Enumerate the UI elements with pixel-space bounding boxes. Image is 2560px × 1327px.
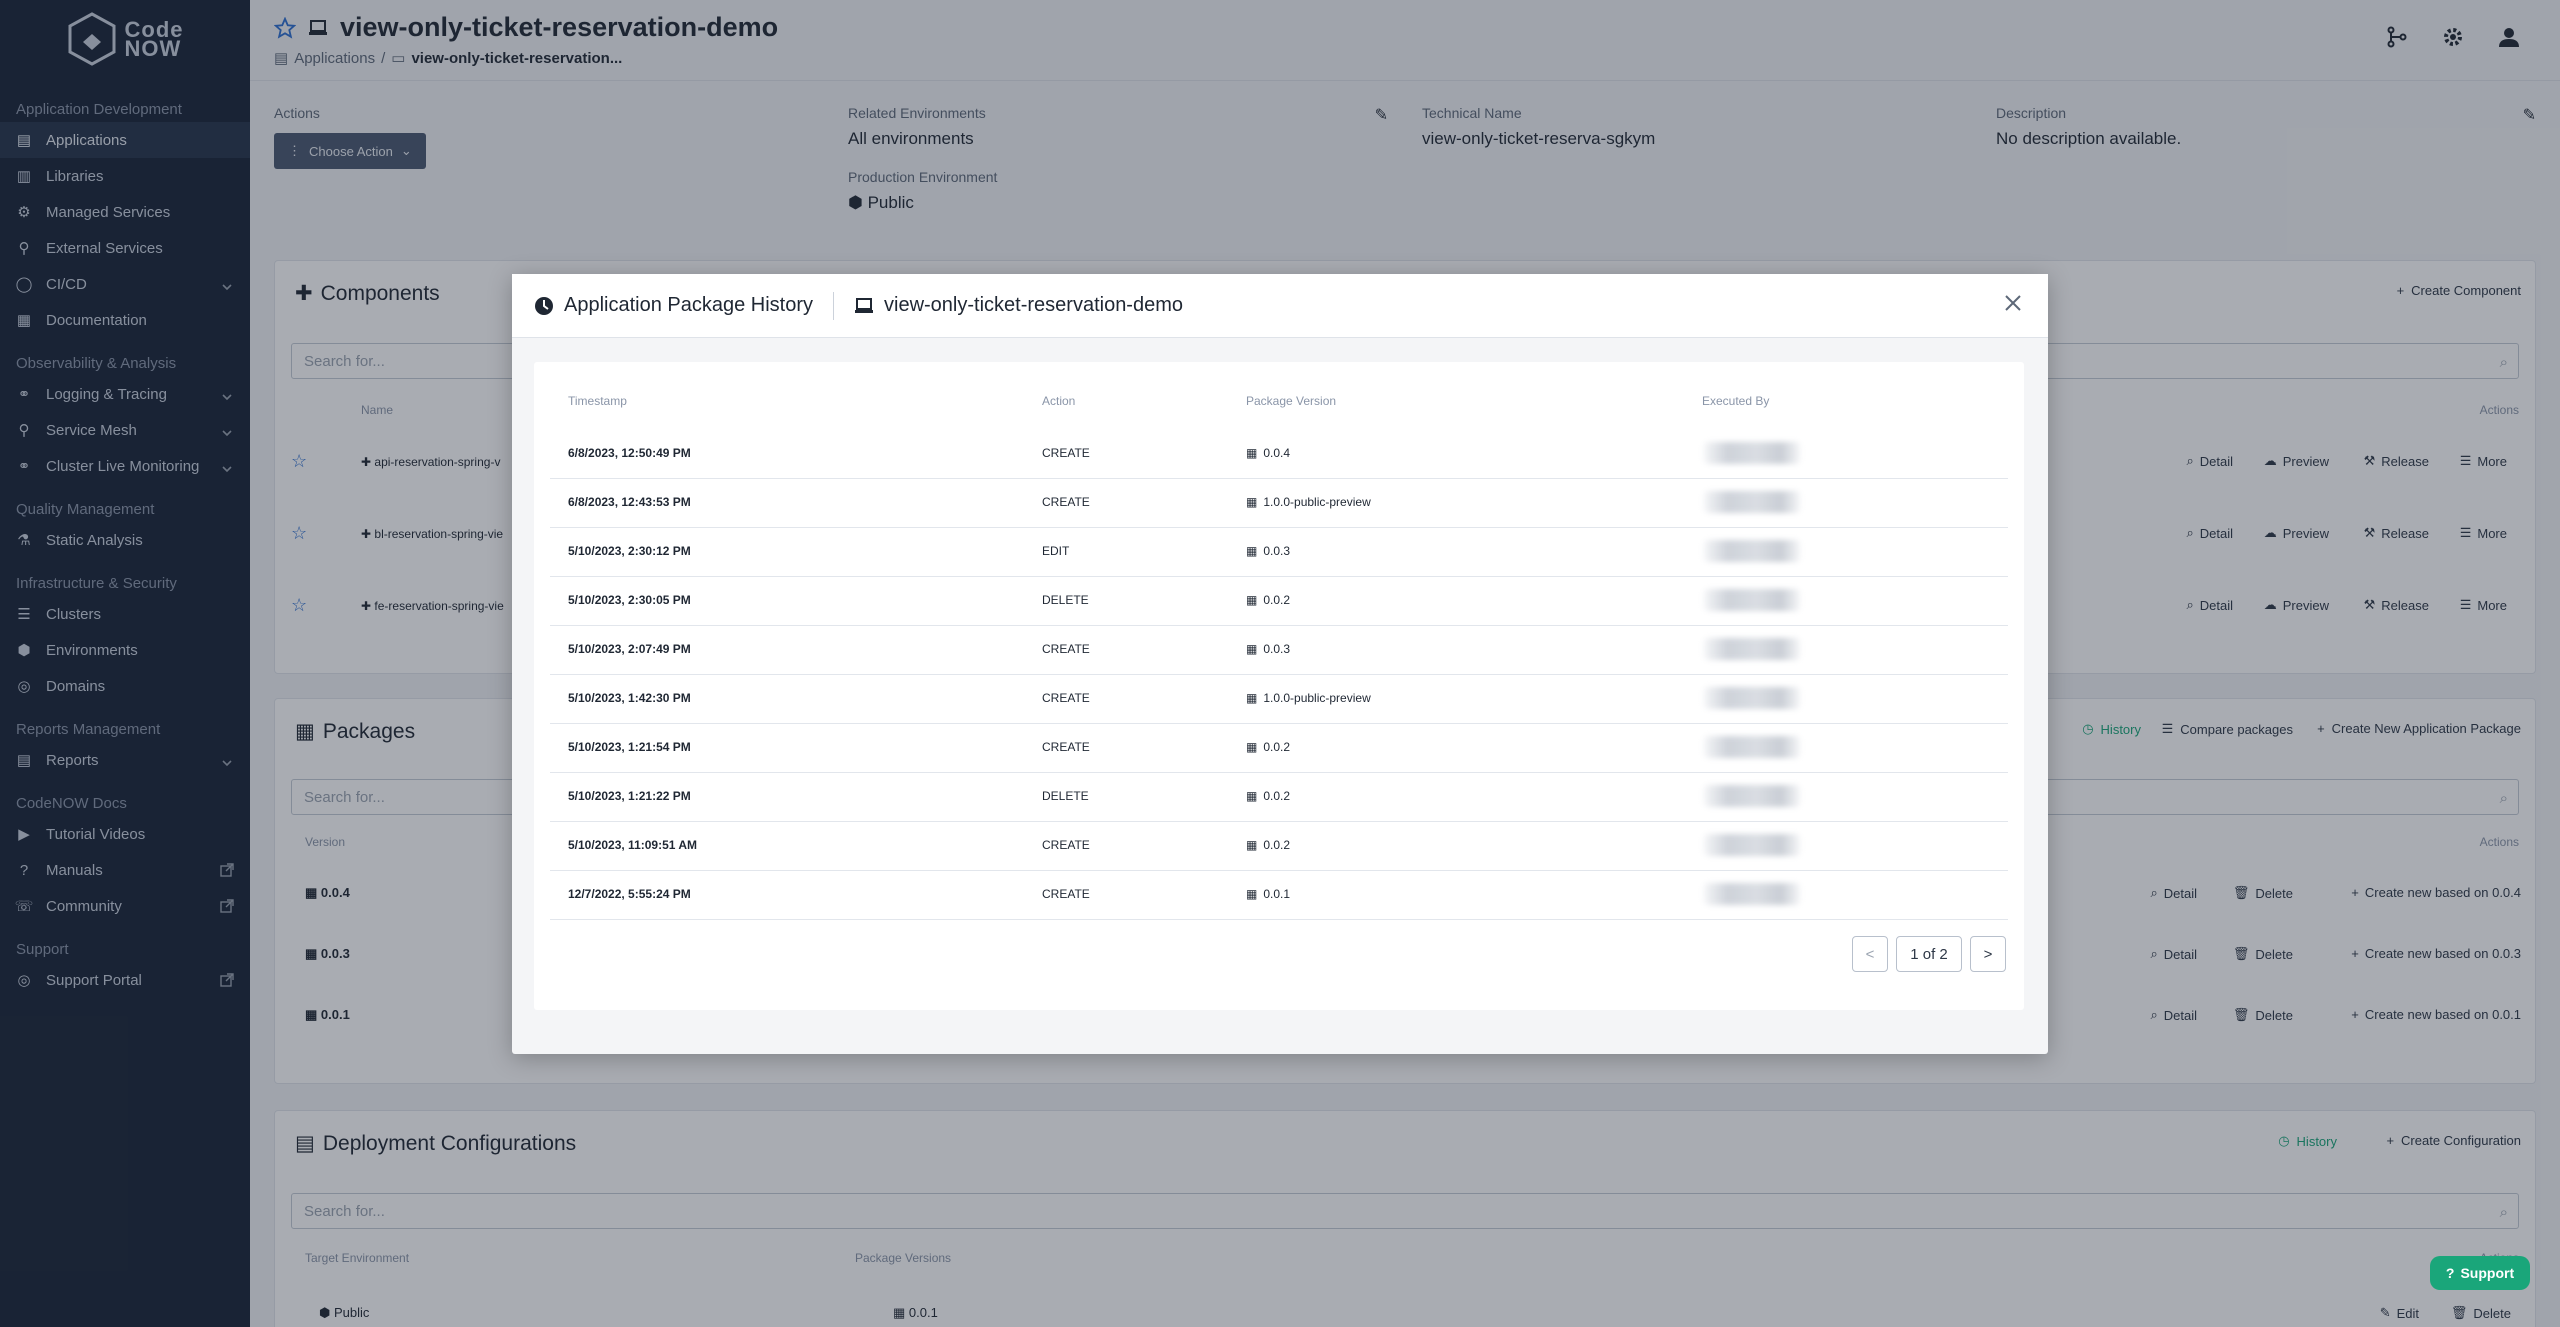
history-row: 5/10/2023, 1:42:30 PM CREATE ▦ 1.0.0-publ… [550,675,2008,724]
modal-header: Application Package History view-only-ti… [512,274,2048,338]
history-action: EDIT [1042,544,1070,558]
clock-icon [535,296,553,315]
history-timestamp: 12/7/2022, 5:55:24 PM [568,887,691,901]
pagination: < 1 of 2 > [1852,936,2006,972]
box-icon: ▦ [1246,446,1258,460]
history-row: 5/10/2023, 2:30:05 PM DELETE ▦ 0.0.2 [550,577,2008,626]
box-icon: ▦ [1246,593,1258,607]
history-action: CREATE [1042,642,1090,656]
col-timestamp: Timestamp [568,394,627,408]
history-version: ▦ 0.0.2 [1246,740,1291,754]
history-action: CREATE [1042,740,1090,754]
modal-title: Application Package History [564,294,814,316]
executed-by-redacted [1704,589,1800,611]
history-version: ▦ 1.0.0-public-preview [1246,691,1371,705]
executed-by-redacted [1704,883,1800,905]
executed-by-redacted [1704,638,1800,660]
history-version: ▦ 0.0.2 [1246,789,1291,803]
history-timestamp: 6/8/2023, 12:43:53 PM [568,495,691,509]
support-button[interactable]: ? Support [2430,1256,2530,1290]
col-executed-by: Executed By [1702,394,1770,408]
prev-page-button[interactable]: < [1852,936,1888,972]
box-icon: ▦ [1246,887,1258,901]
history-timestamp: 6/8/2023, 12:50:49 PM [568,446,691,460]
history-timestamp: 5/10/2023, 1:21:54 PM [568,740,691,754]
history-action: CREATE [1042,691,1090,705]
history-timestamp: 5/10/2023, 2:30:12 PM [568,544,691,558]
history-row: 6/8/2023, 12:43:53 PM CREATE ▦ 1.0.0-publ… [550,479,2008,528]
box-icon: ▦ [1246,838,1258,852]
history-action: CREATE [1042,887,1090,901]
close-icon[interactable] [2002,292,2024,319]
history-row: 5/10/2023, 2:30:12 PM EDIT ▦ 0.0.3 [550,528,2008,577]
box-icon: ▦ [1246,789,1258,803]
executed-by-redacted [1704,491,1800,513]
executed-by-redacted [1704,540,1800,562]
history-action: CREATE [1042,446,1090,460]
executed-by-redacted [1704,442,1800,464]
box-icon: ▦ [1246,691,1258,705]
history-timestamp: 5/10/2023, 2:30:05 PM [568,593,691,607]
box-icon: ▦ [1246,642,1258,656]
history-timestamp: 5/10/2023, 1:21:22 PM [568,789,691,803]
help-icon: ? [2445,1265,2455,1281]
history-row: 5/10/2023, 11:09:51 AM CREATE ▦ 0.0.2 [550,822,2008,871]
history-version: ▦ 0.0.4 [1246,446,1291,460]
history-row: 5/10/2023, 1:21:22 PM DELETE ▦ 0.0.2 [550,773,2008,822]
history-action: DELETE [1042,789,1089,803]
package-history-modal: Application Package History view-only-ti… [512,274,2048,1054]
history-action: CREATE [1042,495,1090,509]
col-action: Action [1042,394,1076,408]
history-row: 5/10/2023, 1:21:54 PM CREATE ▦ 0.0.2 [550,724,2008,773]
history-table: Timestamp Action Package Version Execute… [534,362,2024,1010]
history-row: 5/10/2023, 2:07:49 PM CREATE ▦ 0.0.3 [550,626,2008,675]
box-icon: ▦ [1246,495,1258,509]
page-indicator: 1 of 2 [1896,936,1962,972]
history-timestamp: 5/10/2023, 2:07:49 PM [568,642,691,656]
history-action: CREATE [1042,838,1090,852]
box-icon: ▦ [1246,740,1258,754]
history-version: ▦ 0.0.3 [1246,544,1291,558]
history-action: DELETE [1042,593,1089,607]
history-version: ▦ 0.0.2 [1246,838,1291,852]
executed-by-redacted [1704,785,1800,807]
history-row: 6/8/2023, 12:50:49 PM CREATE ▦ 0.0.4 [550,430,2008,479]
modal-app-name: view-only-ticket-reservation-demo [884,294,1183,316]
history-version: ▦ 0.0.1 [1246,887,1291,901]
executed-by-redacted [1704,687,1800,709]
executed-by-redacted [1704,736,1800,758]
history-row: 12/7/2022, 5:55:24 PM CREATE ▦ 0.0.1 [550,871,2008,920]
history-version: ▦ 1.0.0-public-preview [1246,495,1371,509]
col-package-version: Package Version [1246,394,1337,408]
history-timestamp: 5/10/2023, 11:09:51 AM [568,838,697,852]
executed-by-redacted [1704,834,1800,856]
history-version: ▦ 0.0.3 [1246,642,1291,656]
history-version: ▦ 0.0.2 [1246,593,1291,607]
box-icon: ▦ [1246,544,1258,558]
history-timestamp: 5/10/2023, 1:42:30 PM [568,691,691,705]
next-page-button[interactable]: > [1970,936,2006,972]
laptop-icon [855,297,874,313]
